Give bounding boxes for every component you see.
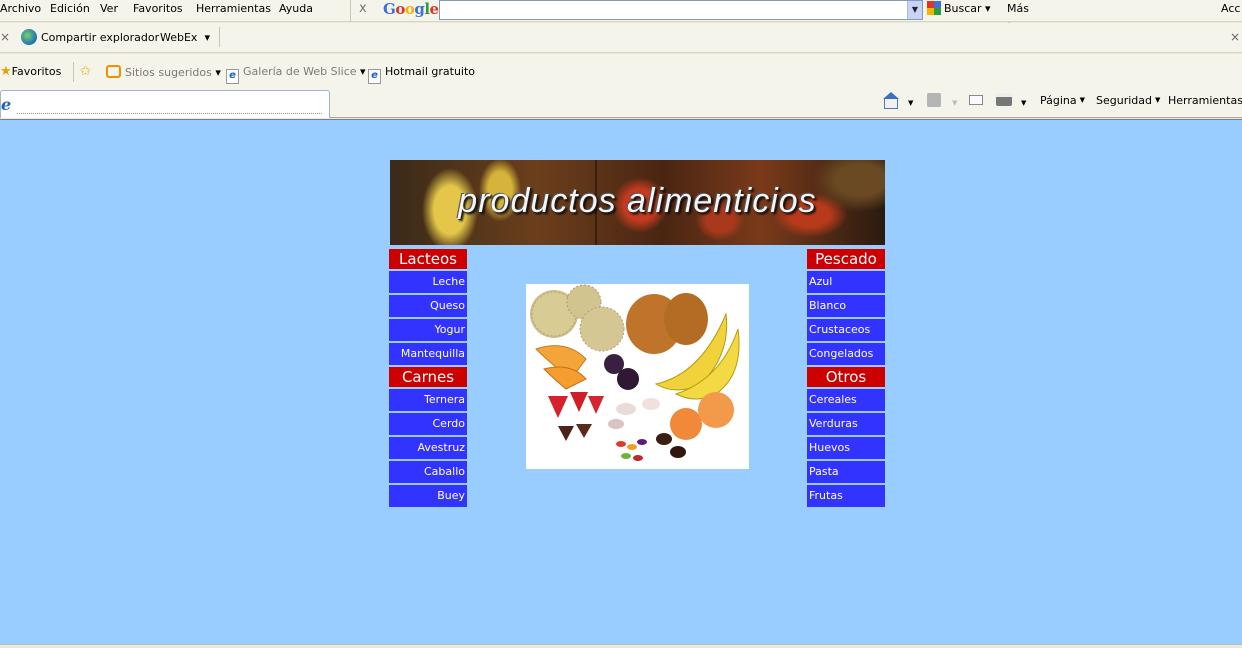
favorites-bar: ★Favoritos ✩ Sitios sugeridos ▾ e Galería… bbox=[0, 54, 1242, 88]
hotmail-gratuito-link[interactable]: e Hotmail gratuito bbox=[368, 65, 475, 84]
sitios-sugeridos-button[interactable]: Sitios sugeridos ▾ bbox=[106, 65, 221, 80]
right-nav: Pescado Azul Blanco Crustaceos Congelado… bbox=[807, 249, 885, 509]
google-toolbar-close-button[interactable]: x bbox=[359, 1, 367, 16]
webslice-icon bbox=[106, 65, 121, 78]
google-search-icon bbox=[927, 1, 941, 15]
google-search-input[interactable]: ▼ bbox=[439, 0, 923, 20]
favoritos-button[interactable]: ★Favoritos bbox=[0, 65, 61, 79]
link-blanco[interactable]: Blanco bbox=[807, 295, 885, 317]
links-toolbar: × Compartir explorador WebEx ▾ × bbox=[0, 23, 1242, 53]
menu-ayuda[interactable]: Ayuda bbox=[279, 1, 313, 17]
link-yogur[interactable]: Yogur bbox=[389, 319, 467, 341]
home-dropdown-icon[interactable]: ▼ bbox=[908, 96, 913, 110]
ie-logo-icon: e bbox=[1, 95, 12, 114]
rss-feed-icon[interactable] bbox=[927, 93, 941, 107]
google-buscar-button[interactable]: Buscar ▾ bbox=[927, 1, 991, 17]
menu-bar: Archivo Edición Ver Favoritos Herramient… bbox=[0, 0, 1242, 31]
link-azul[interactable]: Azul bbox=[807, 271, 885, 293]
print-icon[interactable] bbox=[996, 93, 1012, 106]
menu-herramientas[interactable]: Herramientas bbox=[196, 1, 271, 17]
browser-tab[interactable]: e bbox=[0, 90, 330, 118]
galeria-web-slice-button[interactable]: e Galería de Web Slice ▾ bbox=[226, 65, 366, 84]
print-dropdown-icon[interactable]: ▼ bbox=[1021, 96, 1026, 110]
category-otros[interactable]: Otros bbox=[807, 367, 885, 387]
feeds-dropdown-icon: ▼ bbox=[952, 99, 958, 107]
link-verduras[interactable]: Verduras bbox=[807, 413, 885, 435]
link-congelados[interactable]: Congelados bbox=[807, 343, 885, 365]
menu-favoritos[interactable]: Favoritos bbox=[133, 1, 183, 17]
close-icon[interactable]: × bbox=[0, 30, 10, 44]
ie-page-icon: e bbox=[226, 69, 239, 84]
link-mantequilla[interactable]: Mantequilla bbox=[389, 343, 467, 365]
herramientas-menu[interactable]: Herramientas▼ bbox=[1168, 93, 1242, 108]
banner-title: productos alimenticios bbox=[458, 182, 817, 220]
google-logo: Google bbox=[383, 0, 439, 18]
tab-title bbox=[17, 94, 322, 114]
link-caballo[interactable]: Caballo bbox=[389, 461, 467, 483]
toolbar-divider bbox=[219, 27, 220, 47]
close-icon[interactable]: × bbox=[1230, 30, 1240, 44]
link-buey[interactable]: Buey bbox=[389, 485, 467, 507]
link-cereales[interactable]: Cereales bbox=[807, 389, 885, 411]
fruit-assortment-image bbox=[526, 284, 749, 469]
toolbar-divider bbox=[73, 62, 74, 82]
header-banner: productos alimenticios bbox=[390, 160, 885, 245]
home-icon[interactable] bbox=[882, 92, 900, 109]
mail-icon[interactable] bbox=[969, 95, 983, 105]
menu-archivo[interactable]: Archivo bbox=[0, 1, 41, 17]
link-ternera[interactable]: Ternera bbox=[389, 389, 467, 411]
tab-command-bar: e ▼ ▼ ▼ Página▼ Seguridad▼ Herramientas▼ bbox=[0, 88, 1242, 118]
category-carnes[interactable]: Carnes bbox=[389, 367, 467, 387]
menu-ver[interactable]: Ver bbox=[100, 1, 118, 17]
google-toolbar: x Google ▼ Buscar ▾ Más » bbox=[350, 0, 1029, 31]
star-icon: ★ bbox=[0, 64, 12, 79]
link-huevos[interactable]: Huevos bbox=[807, 437, 885, 459]
status-bar bbox=[0, 644, 1242, 648]
link-leche[interactable]: Leche bbox=[389, 271, 467, 293]
seguridad-menu[interactable]: Seguridad ▼ bbox=[1096, 93, 1160, 108]
menu-edicion[interactable]: Edición bbox=[50, 1, 90, 17]
link-queso[interactable]: Queso bbox=[389, 295, 467, 317]
link-frutas[interactable]: Frutas bbox=[807, 485, 885, 507]
link-pasta[interactable]: Pasta bbox=[807, 461, 885, 483]
link-crustaceos[interactable]: Crustaceos bbox=[807, 319, 885, 341]
category-lacteos[interactable]: Lacteos bbox=[389, 249, 467, 269]
category-pescado[interactable]: Pescado bbox=[807, 249, 885, 269]
compartir-explorador-button[interactable]: Compartir explorador bbox=[41, 31, 159, 44]
pagina-menu[interactable]: Página ▼ bbox=[1040, 93, 1085, 108]
page-viewport: productos alimenticios Lacteos Leche Que… bbox=[0, 119, 1242, 644]
webex-button[interactable]: WebEx ▾ bbox=[160, 31, 210, 44]
ie-page-icon: e bbox=[368, 69, 381, 84]
add-favorite-button[interactable]: ✩ bbox=[80, 65, 91, 79]
globe-icon bbox=[21, 29, 37, 45]
link-cerdo[interactable]: Cerdo bbox=[389, 413, 467, 435]
menu-accesos[interactable]: Acc bbox=[1221, 1, 1240, 17]
left-nav: Lacteos Leche Queso Yogur Mantequilla Ca… bbox=[389, 249, 467, 509]
google-search-dropdown-button[interactable]: ▼ bbox=[907, 1, 922, 19]
add-favorite-star-icon: ✩ bbox=[80, 64, 91, 79]
link-avestruz[interactable]: Avestruz bbox=[389, 437, 467, 459]
